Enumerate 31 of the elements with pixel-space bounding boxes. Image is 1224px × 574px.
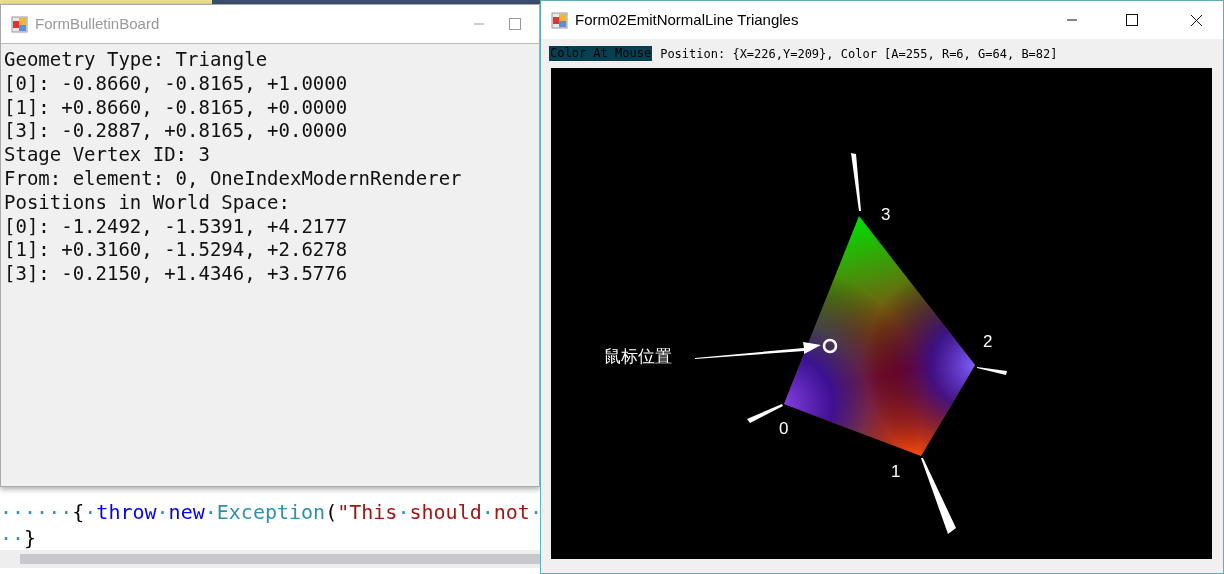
output-line: [3]: -0.2887, +0.8165, +0.0000 (4, 118, 348, 143)
close-icon (1189, 13, 1203, 27)
normal-line (747, 404, 783, 423)
maximize-icon (509, 18, 521, 30)
window-title: FormBulletinBoard (35, 13, 160, 34)
output-line: [0]: -0.8660, -0.8165, +1.0000 (4, 70, 348, 95)
output-line: [1]: +0.3160, -1.5294, +2.6278 (4, 237, 348, 262)
normal-line (977, 367, 1007, 375)
mouse-marker (822, 338, 838, 354)
horizontal-scrollbar[interactable] (20, 554, 540, 564)
output-line: [0]: -1.2492, -1.5391, +4.2177 (4, 213, 348, 238)
vertex-label: 1 (891, 462, 901, 482)
vertex-label: 3 (881, 205, 891, 225)
output-line: Geometry Type: Triangle (4, 47, 268, 71)
annotation-text: 鼠标位置 (604, 345, 672, 367)
output-line: From: element: 0, OneIndexModernRenderer (4, 166, 462, 190)
mouse-info-text: Position: {X=226,Y=209}, Color [A=255, R=6, G=64, B=82] (660, 45, 1058, 63)
color-at-mouse-label: Color At Mouse (549, 46, 653, 61)
code-line: ······{·throw·new·Exception("This·should·not· (0, 500, 542, 526)
vertex-label: 2 (983, 332, 993, 352)
output-line: Stage Vertex ID: 3 (4, 142, 210, 166)
app-icon (551, 11, 568, 29)
output-line: Positions in World Space: (4, 189, 290, 214)
normal-line (851, 153, 861, 211)
output-line: [1]: +0.8660, -0.8165, +0.0000 (4, 94, 348, 119)
maximize-icon (1126, 14, 1138, 26)
window-title: Form02EmitNormalLine Triangles (575, 9, 799, 30)
code-line: ··} (0, 525, 37, 551)
output-line: [3]: -0.2150, +1.4346, +3.5776 (4, 261, 348, 285)
app-icon (11, 15, 28, 33)
vertex-label: 0 (779, 419, 789, 439)
